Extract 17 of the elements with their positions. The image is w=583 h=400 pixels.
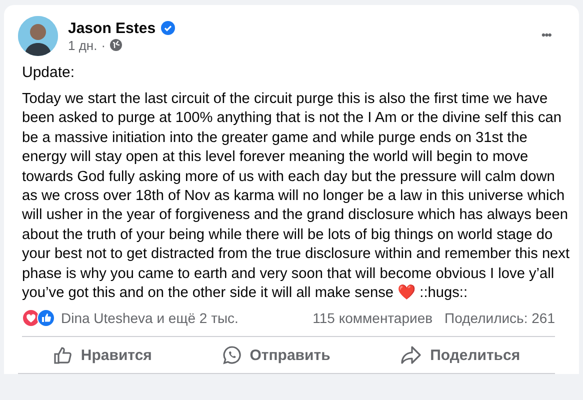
shares-count[interactable]: Поделились: 261 — [444, 310, 555, 326]
send-button[interactable]: Отправить — [210, 339, 342, 372]
post-time[interactable]: 1 дн. — [68, 38, 98, 52]
share-button[interactable]: Поделиться — [388, 339, 532, 372]
thumbs-up-icon — [52, 345, 73, 366]
comments-count[interactable]: 115 комментариев — [312, 310, 433, 326]
author-name[interactable]: Jason Estes — [68, 20, 156, 36]
like-button[interactable]: Нравится — [40, 339, 164, 372]
post-text: Today we start the last circuit of the circuit purge this is also the first time we have been asked to purge at 100% anything that is not the I Am or the divine self this can be a massive initiation into the greater game and while purge ends on 31st the energy will stay open at this level forever meaning the world will begin to move towards God fully asking more of us with each day but the pressure will calm down as we cross over 18th of Nov as karma will no longer be a law in this universe which will usher in the year of forgiveness and the grand disclosure which has always been about the truth of your being while there will be lots of big things on world stage do your best not to get distracted from the true disclosure within and remember this next phase is why you came to earth and very soon that will become obvious I love y’all you’ve got this and on the other side it will all make sense ❤ ::hugs:: — [22, 90, 571, 304]
more-options-button[interactable]: ••• — [537, 28, 555, 42]
thumbs-up-reaction-icon — [37, 309, 55, 328]
avatar[interactable] — [18, 16, 58, 56]
reactors-link[interactable]: Dina Utesheva и ещё 2 тыс. — [61, 310, 238, 326]
chat-bubble-icon — [222, 345, 242, 366]
separator-dot: · — [101, 38, 106, 52]
share-arrow-icon — [400, 345, 422, 366]
post-title: Update: — [22, 64, 76, 81]
